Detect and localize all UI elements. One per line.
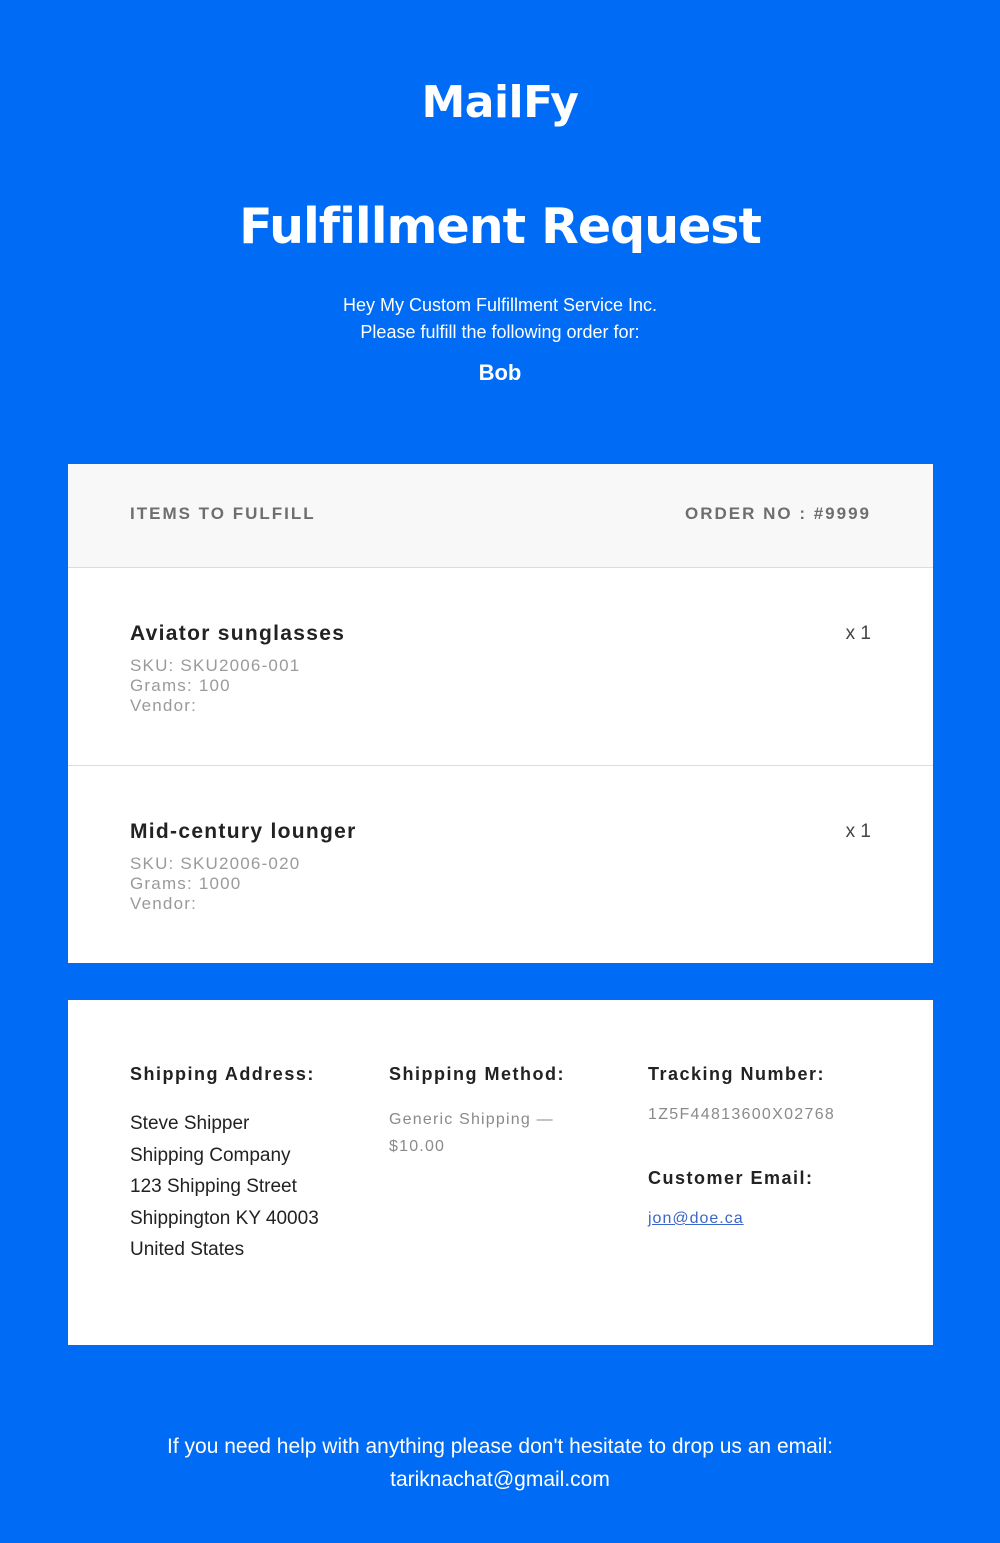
item-grams: Grams: 1000: [130, 874, 242, 893]
brand-logo: MailFy: [421, 77, 579, 128]
footer-line-1: If you need help with anything please do…: [167, 1435, 833, 1458]
tracking-number-heading: Tracking Number:: [648, 1064, 826, 1084]
footer-email[interactable]: tariknachat@gmail.com: [0, 1463, 1000, 1496]
footer-help-text: If you need help with anything please do…: [0, 1430, 1000, 1496]
items-card: ITEMS TO FULFILL ORDER NO : #9999 Aviato…: [68, 464, 933, 963]
list-item: Aviator sunglasses x 1 SKU: SKU2006-001 …: [68, 568, 933, 766]
item-quantity: x 1: [845, 623, 871, 644]
address-line: Shippington KY 40003: [130, 1207, 319, 1229]
shipping-method: Generic Shipping — $10.00: [389, 1111, 554, 1155]
address-line: United States: [130, 1239, 245, 1260]
list-item: Mid-century lounger x 1 SKU: SKU2006-020…: [68, 766, 933, 963]
items-header-label: ITEMS TO FULFILL: [130, 504, 316, 523]
item-meta: SKU: SKU2006-001 Grams: 100 Vendor:: [130, 656, 300, 716]
customer-name: Bob: [478, 360, 522, 385]
address-line: 123 Shipping Street: [130, 1176, 297, 1197]
intro-line-1: Hey My Custom Fulfillment Service Inc.: [342, 295, 658, 315]
customer-email-link[interactable]: jon@doe.ca: [648, 1210, 744, 1228]
tracking-number: 1Z5F44813600X02768: [648, 1106, 836, 1123]
customer-email-heading: Customer Email:: [648, 1168, 814, 1188]
shipping-method-heading: Shipping Method:: [389, 1064, 565, 1084]
item-name: Mid-century lounger: [130, 820, 357, 843]
items-header: ITEMS TO FULFILL ORDER NO : #9999: [68, 464, 933, 568]
item-sku: SKU: SKU2006-020: [130, 854, 301, 873]
intro-line-2: Please fulfill the following order for:: [360, 322, 640, 342]
item-quantity: x 1: [845, 821, 871, 842]
intro-text: Hey My Custom Fulfillment Service Inc. P…: [0, 292, 1000, 346]
item-vendor: Vendor:: [130, 696, 198, 715]
item-meta: SKU: SKU2006-020 Grams: 1000 Vendor:: [130, 854, 300, 914]
item-grams: Grams: 100: [130, 676, 231, 695]
item-sku: SKU: SKU2006-001: [130, 656, 301, 675]
address-line: Shipping Company: [130, 1144, 291, 1166]
page-title: Fulfillment Request: [239, 198, 762, 255]
item-name: Aviator sunglasses: [130, 622, 346, 645]
order-number: ORDER NO : #9999: [685, 504, 871, 523]
shipping-address-column: Shipping Address: Steve Shipper Shipping…: [130, 1062, 319, 1266]
shipping-method-column: Shipping Method: Generic Shipping — $10.…: [389, 1062, 584, 1160]
item-vendor: Vendor:: [130, 894, 198, 913]
shipping-info-card: Shipping Address: Steve Shipper Shipping…: [68, 1000, 933, 1345]
address-line: Steve Shipper: [130, 1113, 250, 1134]
shipping-address-heading: Shipping Address:: [130, 1064, 315, 1084]
tracking-column: Tracking Number: 1Z5F44813600X02768 Cust…: [648, 1062, 835, 1228]
shipping-address: Steve Shipper Shipping Company 123 Shipp…: [130, 1108, 319, 1266]
